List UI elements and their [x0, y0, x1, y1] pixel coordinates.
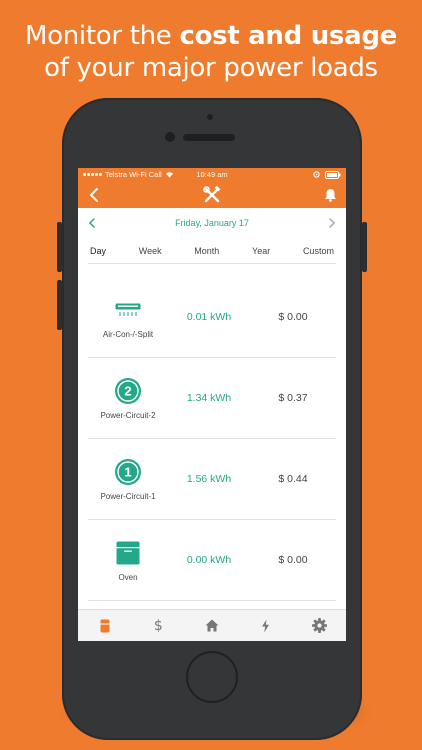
tab-day[interactable]: Day [90, 246, 106, 256]
tab-costs[interactable]: $ [143, 611, 173, 641]
current-date[interactable]: Friday, January 17 [175, 218, 249, 228]
dollar-icon: $ [153, 617, 163, 634]
carrier-label: Telstra Wi-Fi Call [105, 170, 162, 179]
back-button[interactable] [84, 185, 104, 205]
volume-down-button [57, 280, 62, 330]
tab-week[interactable]: Week [139, 246, 162, 256]
app-screen: Telstra Wi-Fi Call 10:49 am Friday, Janu… [78, 168, 346, 641]
tab-month[interactable]: Month [194, 246, 219, 256]
circuit-2-icon: 2 [115, 378, 141, 404]
energy-usage: 1.34 kWh [186, 392, 232, 404]
tab-settings[interactable] [304, 611, 334, 641]
home-icon [205, 619, 219, 632]
oven-icon [116, 541, 140, 565]
marketing-headline: Monitor the cost and usage of your major… [0, 20, 422, 84]
tab-home[interactable] [197, 611, 227, 641]
volume-up-button [57, 222, 62, 272]
power-button [362, 222, 367, 272]
gear-icon [311, 618, 327, 633]
tools-logo-icon [203, 185, 221, 202]
list-item[interactable]: 1 Power-Circuit-1 1.56 kWh $ 0.44 [88, 439, 336, 520]
device-name: Power-Circuit-1 [100, 492, 156, 501]
status-bar: Telstra Wi-Fi Call 10:49 am [78, 168, 346, 181]
device-cell: Air-Con-/-Split [88, 295, 168, 339]
bottom-tab-bar: $ [78, 609, 346, 641]
earpiece-speaker [183, 134, 235, 141]
device-cell: Oven [88, 538, 168, 582]
svg-text:1: 1 [124, 465, 131, 480]
tab-custom[interactable]: Custom [303, 246, 334, 256]
tab-year[interactable]: Year [252, 246, 270, 256]
wifi-icon [165, 172, 173, 178]
device-cell: 2 Power-Circuit-2 [88, 376, 168, 420]
headline-line-1: Monitor the cost and usage [0, 20, 422, 52]
headline-line-2: of your major power loads [44, 53, 378, 83]
tab-power[interactable] [251, 611, 281, 641]
energy-cost: $ 0.00 [278, 311, 308, 323]
lightning-icon [262, 619, 270, 632]
energy-cost: $ 0.44 [278, 473, 308, 485]
device-name: Air-Con-/-Split [102, 330, 154, 339]
energy-usage: 1.56 kWh [186, 473, 232, 485]
status-right [313, 170, 341, 179]
previous-date-button[interactable] [88, 218, 96, 228]
battery-icon [325, 170, 341, 179]
list-item[interactable]: Oven 0.00 kWh $ 0.00 [88, 520, 336, 601]
list-item[interactable]: Air-Con-/-Split 0.01 kWh $ 0.00 [88, 277, 336, 358]
location-icon [313, 171, 320, 178]
loads-list: Air-Con-/-Split 0.01 kWh $ 0.00 2 Power-… [88, 277, 336, 601]
circuit-1-icon: 1 [115, 459, 141, 485]
list-item[interactable]: 2 Power-Circuit-2 1.34 kWh $ 0.37 [88, 358, 336, 439]
signal-dots-icon [83, 173, 102, 176]
nav-bar [78, 181, 346, 208]
air-conditioner-icon [115, 303, 141, 316]
appliance-icon [100, 619, 110, 632]
bell-icon [324, 189, 336, 202]
svg-text:2: 2 [124, 384, 131, 399]
device-cell: 1 Power-Circuit-1 [88, 457, 168, 501]
device-name: Power-Circuit-2 [100, 411, 156, 420]
phone-frame: Telstra Wi-Fi Call 10:49 am Friday, Janu… [57, 98, 367, 740]
energy-usage: 0.00 kWh [186, 554, 232, 566]
proximity-sensor [207, 114, 213, 120]
carrier-group: Telstra Wi-Fi Call [83, 170, 174, 179]
headline-bold: cost and usage [179, 21, 397, 51]
notifications-button[interactable] [320, 185, 340, 205]
date-navigator: Friday, January 17 [78, 208, 346, 238]
next-date-button[interactable] [328, 218, 336, 228]
front-camera [165, 132, 175, 142]
device-name: Oven [118, 573, 138, 582]
energy-cost: $ 0.00 [278, 554, 308, 566]
energy-usage: 0.01 kWh [186, 311, 232, 323]
chevron-left-icon [90, 188, 98, 202]
period-tabs: Day Week Month Year Custom [88, 238, 336, 264]
tab-appliances[interactable] [90, 611, 120, 641]
home-button[interactable] [186, 651, 238, 703]
headline-prefix: Monitor the [25, 21, 180, 51]
energy-cost: $ 0.37 [278, 392, 308, 404]
